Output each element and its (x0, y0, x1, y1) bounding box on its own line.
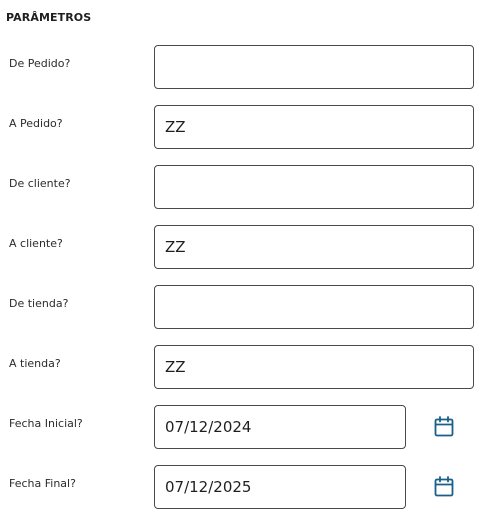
a-cliente-label: A cliente? (9, 237, 63, 250)
a-tienda-input[interactable] (154, 345, 474, 389)
row-de-pedido: De Pedido? (0, 45, 485, 89)
de-pedido-input[interactable] (154, 45, 474, 89)
row-de-tienda: De tienda? (0, 285, 485, 329)
row-a-pedido: A Pedido? (0, 105, 485, 149)
de-cliente-input[interactable] (154, 165, 474, 209)
de-tienda-label: De tienda? (9, 297, 69, 310)
de-tienda-input[interactable] (154, 285, 474, 329)
fecha-inicial-calendar-button[interactable] (434, 416, 454, 438)
a-pedido-label: A Pedido? (9, 117, 63, 130)
calendar-icon (434, 476, 454, 497)
fecha-final-input[interactable] (154, 465, 406, 509)
fecha-inicial-input[interactable] (154, 405, 406, 449)
row-a-tienda: A tienda? (0, 345, 485, 389)
fecha-inicial-label: Fecha Inicial? (9, 417, 83, 430)
calendar-icon (434, 416, 454, 437)
row-fecha-inicial: Fecha Inicial? (0, 405, 485, 449)
fecha-final-calendar-button[interactable] (434, 476, 454, 498)
a-pedido-input[interactable] (154, 105, 474, 149)
row-a-cliente: A cliente? (0, 225, 485, 269)
de-pedido-label: De Pedido? (9, 57, 71, 70)
row-de-cliente: De cliente? (0, 165, 485, 209)
a-cliente-input[interactable] (154, 225, 474, 269)
de-cliente-label: De cliente? (9, 177, 71, 190)
fecha-final-label: Fecha Final? (9, 477, 76, 490)
a-tienda-label: A tienda? (9, 357, 61, 370)
section-title: PARÂMETROS (6, 11, 92, 24)
row-fecha-final: Fecha Final? (0, 465, 485, 509)
